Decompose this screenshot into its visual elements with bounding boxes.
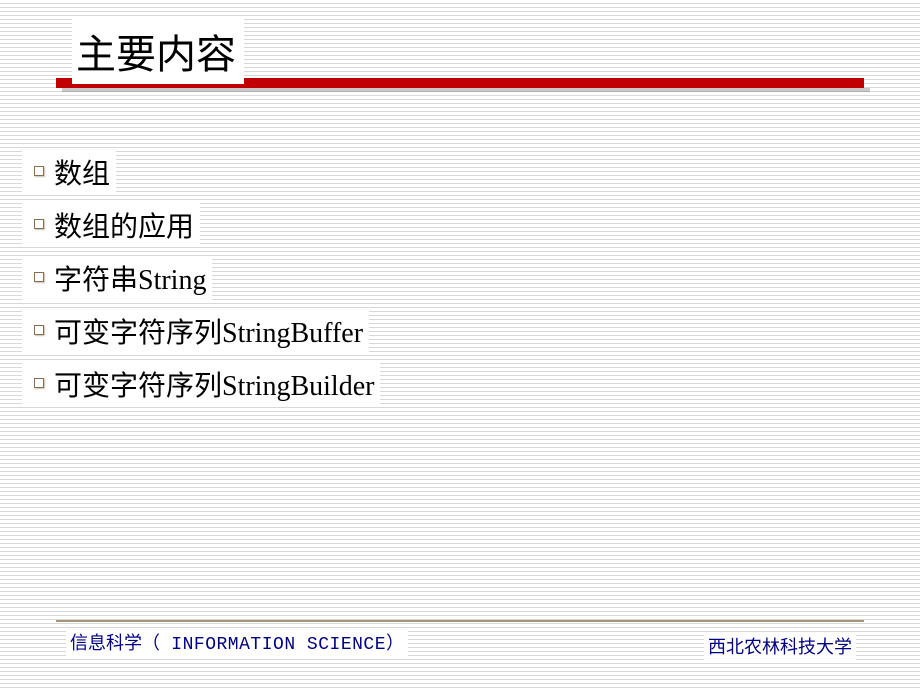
item-text: 可变字符序列StringBuilder: [54, 364, 374, 404]
list-item: 字符串String: [22, 256, 212, 300]
list-item: 数组: [22, 150, 116, 194]
footer-left: 信息科学（ INFORMATION SCIENCE）: [66, 628, 408, 656]
list-item: 数组的应用: [22, 203, 200, 247]
bullet-icon: [24, 163, 54, 181]
footer-left-en: INFORMATION SCIENCE: [160, 635, 386, 655]
footer-right: 西北农林科技大学: [704, 632, 856, 660]
list-item: 可变字符序列StringBuffer: [22, 309, 369, 353]
item-text: 可变字符序列StringBuffer: [54, 311, 363, 351]
title-area: 主要内容: [72, 18, 244, 84]
item-text: 字符串String: [54, 258, 206, 298]
slide-title: 主要内容: [76, 22, 236, 80]
footer-divider: [56, 620, 864, 622]
title-underline-shadow: [62, 88, 870, 92]
footer-left-close: ）: [386, 633, 404, 653]
bullet-icon: [24, 322, 54, 340]
slide: 主要内容 数组 数组的应用 字符串String 可变字符序列StringBuff…: [0, 0, 920, 690]
content-list: 数组 数组的应用 字符串String 可变字符序列StringBuffer 可变…: [22, 150, 380, 415]
item-text: 数组: [54, 152, 110, 192]
footer-left-cn: 信息科学（: [70, 633, 160, 653]
bullet-icon: [24, 269, 54, 287]
item-text: 数组的应用: [54, 205, 194, 245]
bullet-icon: [24, 216, 54, 234]
list-item: 可变字符序列StringBuilder: [22, 362, 380, 406]
bullet-icon: [24, 375, 54, 393]
